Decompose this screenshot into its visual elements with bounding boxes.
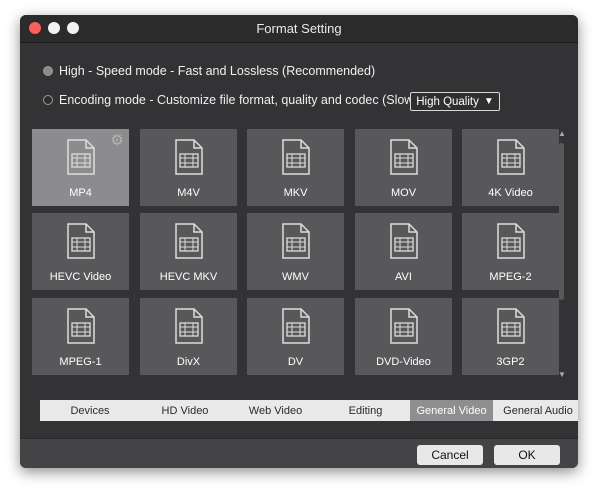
video-file-icon <box>282 139 310 175</box>
scroll-thumb[interactable] <box>559 143 564 300</box>
format-label: DV <box>287 356 304 368</box>
video-file-icon <box>497 223 525 259</box>
tab-general-audio[interactable]: General Audio <box>493 400 578 421</box>
format-tile[interactable]: M4V <box>140 129 237 206</box>
cancel-button[interactable]: Cancel <box>417 445 483 465</box>
format-tile[interactable]: AVI <box>355 213 452 290</box>
video-file-icon <box>390 139 418 175</box>
category-tab-bar: Devices HD Video Web Video Editing General V… <box>40 400 578 421</box>
format-label: HEVC Video <box>49 271 112 283</box>
video-file-icon <box>497 139 525 175</box>
format-tile[interactable]: MP4 ⚙ <box>32 129 129 206</box>
format-label: M4V <box>177 187 200 199</box>
video-file-icon <box>175 308 203 344</box>
format-label: AVI <box>395 271 412 283</box>
high-speed-mode-radio[interactable] <box>43 66 53 76</box>
title-bar: Format Setting <box>20 15 578 43</box>
dialog-button-bar: Cancel OK <box>20 438 578 468</box>
format-label: 3GP2 <box>496 356 525 368</box>
format-label: DivX <box>176 356 201 368</box>
video-file-icon <box>390 308 418 344</box>
video-file-icon <box>67 223 95 259</box>
ok-button[interactable]: OK <box>494 445 560 465</box>
format-setting-window: Format Setting High - Speed mode - Fast … <box>20 15 578 468</box>
format-tile[interactable]: MOV <box>355 129 452 206</box>
tab-web-video[interactable]: Web Video <box>230 400 322 421</box>
gear-icon[interactable]: ⚙ <box>111 131 124 149</box>
quality-value: High Quality <box>416 95 479 108</box>
format-label: MOV <box>390 187 417 199</box>
format-grid-scrollbar[interactable]: ▲ ▼ <box>558 129 566 379</box>
format-tile[interactable]: 4K Video <box>462 129 559 206</box>
format-tile[interactable]: MPEG-2 <box>462 213 559 290</box>
format-label: WMV <box>282 271 309 283</box>
tab-general-video[interactable]: General Video <box>410 400 494 421</box>
encoding-mode-label: Encoding mode - Customize file format, q… <box>59 93 418 107</box>
tab-hd-video[interactable]: HD Video <box>140 400 231 421</box>
high-speed-mode-label: High - Speed mode - Fast and Lossless (R… <box>59 64 376 78</box>
format-tile[interactable]: WMV <box>247 213 344 290</box>
tab-editing[interactable]: Editing <box>321 400 411 421</box>
video-file-icon <box>282 308 310 344</box>
encoding-mode-radio[interactable] <box>43 95 53 105</box>
format-label: MKV <box>283 187 308 199</box>
format-label: MPEG-2 <box>489 271 532 283</box>
format-tile[interactable]: DVD-Video <box>355 298 452 375</box>
scroll-up-arrow-icon[interactable]: ▲ <box>558 129 566 138</box>
video-file-icon <box>497 308 525 344</box>
encoding-mode-option[interactable]: Encoding mode - Customize file format, q… <box>43 93 418 107</box>
high-speed-mode-option[interactable]: High - Speed mode - Fast and Lossless (R… <box>43 64 375 78</box>
video-file-icon <box>67 139 95 175</box>
video-file-icon <box>282 223 310 259</box>
format-label: MP4 <box>69 187 92 199</box>
scroll-down-arrow-icon[interactable]: ▼ <box>558 370 566 379</box>
format-tile[interactable]: DivX <box>140 298 237 375</box>
format-tile[interactable]: HEVC MKV <box>140 213 237 290</box>
format-tile[interactable]: MPEG-1 <box>32 298 129 375</box>
format-label: MPEG-1 <box>59 356 102 368</box>
window-title: Format Setting <box>256 21 342 36</box>
format-grid: MP4 ⚙ M4V MKV MOV 4K Video HEVC Video HEVC MKV W… <box>32 129 562 377</box>
format-label: DVD-Video <box>376 356 431 368</box>
format-tile[interactable]: 3GP2 <box>462 298 559 375</box>
video-file-icon <box>390 223 418 259</box>
format-label: HEVC MKV <box>159 271 218 283</box>
format-label: 4K Video <box>488 187 533 199</box>
video-file-icon <box>67 308 95 344</box>
video-file-icon <box>175 139 203 175</box>
format-tile[interactable]: HEVC Video <box>32 213 129 290</box>
chevron-down-icon: ▼ <box>483 96 494 107</box>
quality-dropdown[interactable]: High Quality ▼ <box>410 92 500 111</box>
format-tile[interactable]: DV <box>247 298 344 375</box>
video-file-icon <box>175 223 203 259</box>
format-tile[interactable]: MKV <box>247 129 344 206</box>
tab-devices[interactable]: Devices <box>40 400 141 421</box>
